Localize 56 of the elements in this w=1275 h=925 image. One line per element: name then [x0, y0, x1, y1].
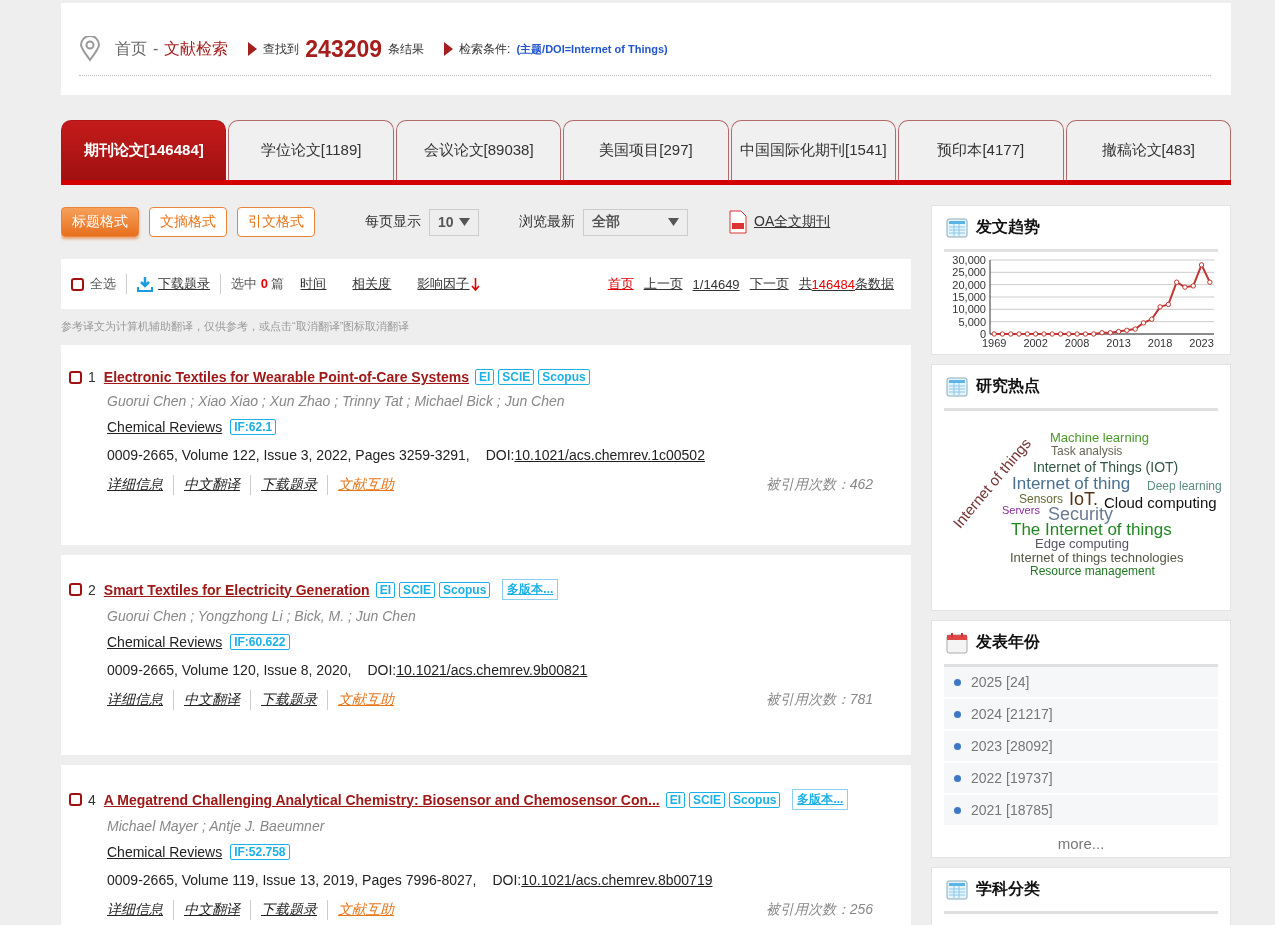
axis-label: 25,000 — [952, 266, 986, 279]
authors: Michael Mayer ; Antje J. Baeumner — [107, 818, 326, 834]
authors: Guorui Chen ; Yongzhong Li ; Bick, M. ; Jun Chen — [107, 608, 417, 624]
impact-factor: IF:60.622 — [230, 634, 290, 650]
result-label: 条结果 — [388, 40, 425, 58]
axis-label: 2002 — [1023, 337, 1048, 349]
translation-note: 参考译文为计算机辅助翻译，仅供参考，或点击“取消翻译”图标取消翻译 — [61, 319, 411, 334]
publication-info: 0009-2665, Volume 120, Issue 8, 2020, — [107, 662, 352, 678]
index-tag: Scopus — [439, 581, 491, 598]
axis-label: 2018 — [1147, 337, 1173, 349]
axis-label: 20,000 — [952, 278, 986, 291]
criteria-label: 检索条件: — [459, 40, 511, 58]
breadcrumb-current: 文献检索 — [164, 38, 229, 59]
doi-label: DOI: — [485, 447, 515, 463]
index-tag: EI — [375, 581, 395, 598]
panel-title: 发文趋势 — [976, 217, 1040, 237]
doi-label: DOI: — [367, 662, 397, 678]
panel-title: 发表年份 — [976, 632, 1040, 652]
authors: Guorui Chen ; Xiao Xiao ; Xun Zhao ; Trinny Tat ; Michael Bick ; Jun Chen — [107, 393, 566, 409]
impact-factor: IF:62.1 — [230, 419, 277, 435]
result-label: 查找到 — [263, 40, 300, 58]
axis-label: 1969 — [981, 337, 1007, 349]
breadcrumb-separator: - — [153, 40, 159, 58]
citation-count: 被引用次数：462 — [765, 476, 873, 494]
axis-label: 5,000 — [958, 315, 986, 328]
index-tag: Scopus — [729, 791, 781, 808]
result-number: 2 — [88, 581, 96, 598]
panel-title: 研究热点 — [976, 376, 1040, 396]
citation-count: 被引用次数：256 — [765, 901, 873, 919]
select-all-label: 全选 — [90, 275, 116, 293]
axis-label: 0 — [979, 328, 986, 340]
selected-count: 选中 0 篇 — [231, 275, 285, 293]
citation-count: 被引用次数：781 — [765, 691, 873, 709]
publication-info: 0009-2665, Volume 122, Issue 3, 2022, Pages 3259-3291, — [107, 447, 470, 463]
axis-label: 10,000 — [952, 303, 986, 316]
index-tag: SCIE — [399, 581, 435, 598]
result-count: 243209 — [305, 35, 383, 63]
result-number: 1 — [88, 369, 96, 385]
browse-label: 浏览最新 — [519, 213, 575, 231]
index-tag: SCIE — [689, 791, 726, 808]
doi-label: DOI: — [492, 872, 522, 888]
axis-label: 15,000 — [952, 291, 986, 303]
impact-factor: IF:52.758 — [230, 844, 290, 860]
index-tag: Scopus — [538, 369, 590, 385]
axis-label: 2013 — [1106, 337, 1131, 349]
result-number: 4 — [88, 791, 96, 808]
axis-label: 2008 — [1064, 337, 1090, 349]
axis-label: 2023 — [1189, 337, 1214, 349]
panel-title: 学科分类 — [976, 879, 1040, 899]
per-page-label: 每页显示 — [365, 213, 421, 231]
publication-info: 0009-2665, Volume 119, Issue 13, 2019, Pages 7996-8027, — [107, 872, 477, 888]
index-tag: EI — [665, 791, 686, 808]
index-tag: SCIE — [498, 369, 535, 385]
index-tag: EI — [474, 369, 495, 385]
axis-label: 30,000 — [952, 254, 986, 266]
search-criteria: (主题/DOI=Internet of Things) — [516, 41, 668, 57]
